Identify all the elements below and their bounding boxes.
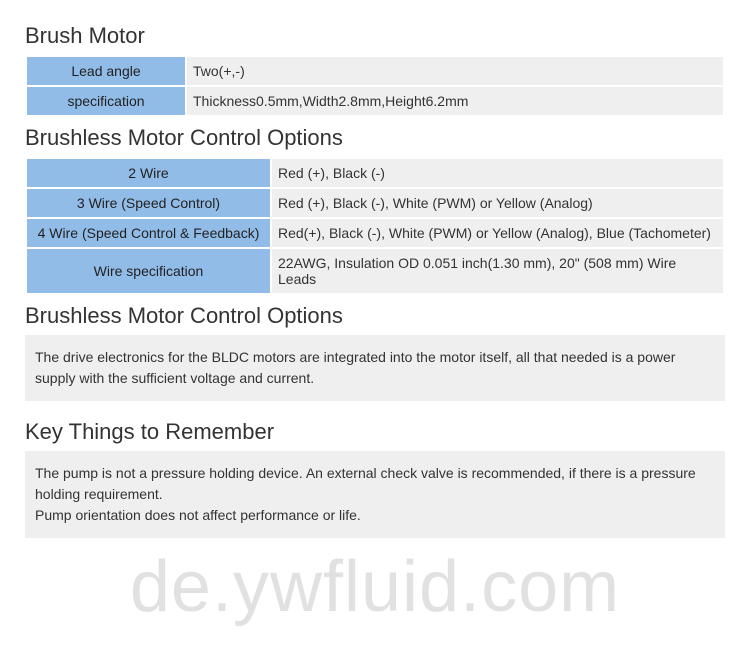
info-box-brushless: The drive electronics for the BLDC motor…	[25, 335, 725, 401]
table-row: Lead angle Two(+,-)	[26, 56, 724, 86]
section-title-key-things: Key Things to Remember	[25, 419, 725, 445]
value-cell: Red (+), Black (-), White (PWM) or Yello…	[271, 188, 724, 218]
value-cell: Red(+), Black (-), White (PWM) or Yellow…	[271, 218, 724, 248]
section-title-brushless-options: Brushless Motor Control Options	[25, 125, 725, 151]
table-row: specification Thickness0.5mm,Width2.8mm,…	[26, 86, 724, 116]
table-row: 4 Wire (Speed Control & Feedback) Red(+)…	[26, 218, 724, 248]
section-title-brushless-options-text: Brushless Motor Control Options	[25, 303, 725, 329]
info-text-line: The pump is not a pressure holding devic…	[35, 463, 715, 505]
watermark: de.ywfluid.com	[0, 546, 750, 628]
value-cell: Two(+,-)	[186, 56, 724, 86]
info-text: The drive electronics for the BLDC motor…	[35, 349, 675, 386]
table-row: Wire specification 22AWG, Insulation OD …	[26, 248, 724, 294]
value-cell: 22AWG, Insulation OD 0.051 inch(1.30 mm)…	[271, 248, 724, 294]
section-title-brush-motor: Brush Motor	[25, 23, 725, 49]
label-cell: Wire specification	[26, 248, 271, 294]
info-text-line: Pump orientation does not affect perform…	[35, 505, 715, 526]
info-box-key-things: The pump is not a pressure holding devic…	[25, 451, 725, 538]
value-cell: Red (+), Black (-)	[271, 158, 724, 188]
label-cell: specification	[26, 86, 186, 116]
table-row: 2 Wire Red (+), Black (-)	[26, 158, 724, 188]
label-cell: Lead angle	[26, 56, 186, 86]
page-content: Brush Motor Lead angle Two(+,-) specific…	[0, 0, 750, 553]
brushless-options-table: 2 Wire Red (+), Black (-) 3 Wire (Speed …	[25, 157, 725, 295]
label-cell: 4 Wire (Speed Control & Feedback)	[26, 218, 271, 248]
label-cell: 2 Wire	[26, 158, 271, 188]
label-cell: 3 Wire (Speed Control)	[26, 188, 271, 218]
table-row: 3 Wire (Speed Control) Red (+), Black (-…	[26, 188, 724, 218]
brush-motor-table: Lead angle Two(+,-) specification Thickn…	[25, 55, 725, 117]
value-cell: Thickness0.5mm,Width2.8mm,Height6.2mm	[186, 86, 724, 116]
